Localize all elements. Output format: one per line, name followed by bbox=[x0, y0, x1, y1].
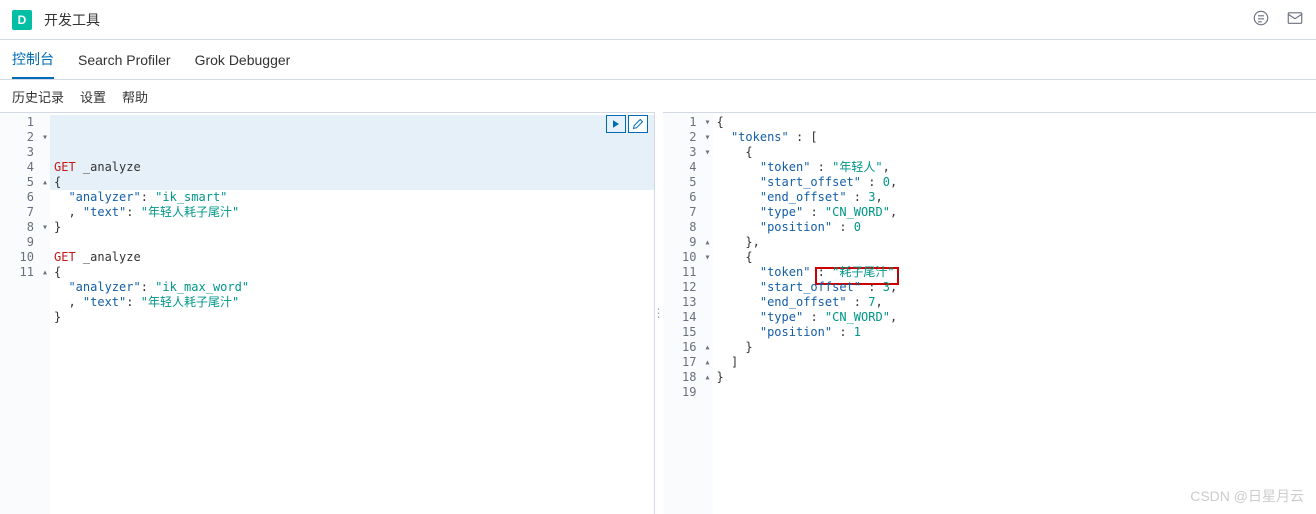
tab-console[interactable]: 控制台 bbox=[12, 40, 54, 79]
mail-icon[interactable] bbox=[1286, 9, 1304, 30]
tab-bar: 控制台 Search Profiler Grok Debugger bbox=[0, 40, 1316, 80]
code-area: { "tokens" : [ { "token" : "年轻人", "start… bbox=[713, 113, 1316, 514]
code-area[interactable]: GET _analyze{ "analyzer": "ik_smart" , "… bbox=[50, 113, 654, 514]
settings-link[interactable]: 设置 bbox=[80, 87, 106, 106]
response-pane: 12345678910111213141516171819 ▾▾▾▴▾▴▴▴ {… bbox=[663, 112, 1316, 514]
request-options-button[interactable] bbox=[628, 115, 648, 133]
tab-grok-debugger[interactable]: Grok Debugger bbox=[195, 40, 291, 79]
history-link[interactable]: 历史记录 bbox=[12, 87, 64, 106]
request-editor[interactable]: 1234567891011 ▾▴▾▴ GET _analyze{ "analyz… bbox=[0, 113, 654, 514]
request-action-buttons bbox=[606, 115, 648, 133]
line-gutter: 12345678910111213141516171819 bbox=[663, 113, 703, 514]
console-subtoolbar: 历史记录 设置 帮助 bbox=[0, 80, 1316, 112]
editor-split: 1234567891011 ▾▴▾▴ GET _analyze{ "analyz… bbox=[0, 112, 1316, 514]
line-gutter: 1234567891011 bbox=[0, 113, 40, 514]
app-header: D 开发工具 bbox=[0, 0, 1316, 40]
response-editor[interactable]: 12345678910111213141516171819 ▾▾▾▴▾▴▴▴ {… bbox=[663, 113, 1316, 514]
watermark: CSDN @日星月云 bbox=[1190, 486, 1304, 506]
help-link[interactable]: 帮助 bbox=[122, 87, 148, 106]
fold-gutter[interactable]: ▾▴▾▴ bbox=[40, 113, 50, 514]
pane-splitter[interactable]: ⋮ bbox=[655, 112, 663, 514]
request-pane: 1234567891011 ▾▴▾▴ GET _analyze{ "analyz… bbox=[0, 112, 655, 514]
tab-search-profiler[interactable]: Search Profiler bbox=[78, 40, 171, 79]
breadcrumb-title: 开发工具 bbox=[44, 10, 1252, 30]
send-request-button[interactable] bbox=[606, 115, 626, 133]
app-badge: D bbox=[12, 10, 32, 30]
fold-gutter[interactable]: ▾▾▾▴▾▴▴▴ bbox=[703, 113, 713, 514]
news-icon[interactable] bbox=[1252, 9, 1270, 30]
header-actions bbox=[1252, 9, 1304, 30]
